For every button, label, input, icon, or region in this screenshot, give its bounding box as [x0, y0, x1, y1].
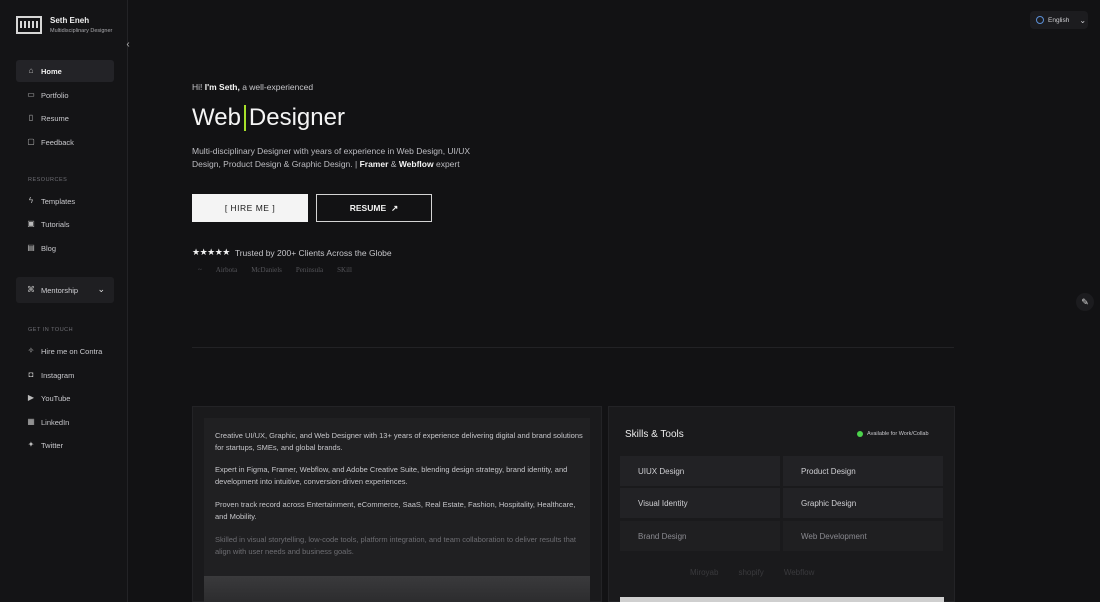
- skills-image: [620, 597, 944, 602]
- sidebar-item-label: Feedback: [41, 137, 74, 147]
- client-logos: ~ Airbota McDaniels Peninsula SKill: [198, 266, 352, 274]
- sidebar-item-linkedin[interactable]: ▦ LinkedIn: [16, 411, 114, 433]
- sidebar-item-feedback[interactable]: ▢ Feedback: [16, 131, 114, 153]
- language-label: English: [1048, 16, 1070, 24]
- hero-description: Multi-disciplinary Designer with years o…: [192, 146, 471, 169]
- availability-text: Available for Work/Collab: [867, 431, 929, 437]
- chevron-down-icon: ⌄: [1079, 15, 1087, 25]
- hero-title: Web Designer: [192, 104, 345, 132]
- sidebar-item-label: Instagram: [41, 370, 75, 380]
- skills-title: Skills & Tools: [625, 429, 684, 440]
- sidebar-item-label: Blog: [41, 243, 57, 253]
- about-card: Creative UI/UX, Graphic, and Web Designe…: [204, 418, 590, 578]
- trust-badge: ★★★★★ Trusted by 200+ Clients Across the…: [192, 247, 392, 258]
- client-logo: Airbota: [215, 266, 238, 274]
- brand-subtitle: Multidisciplinary Designer: [50, 28, 113, 34]
- tool-logos: Miroyab shopify Webflow: [690, 568, 814, 577]
- skill-item: Web Development: [783, 521, 943, 551]
- hero-greeting: Hi! I'm Seth, a well-experienced: [192, 82, 314, 92]
- tool-logo: shopify: [738, 568, 764, 577]
- instagram-icon: ◘: [28, 370, 34, 379]
- section-label-contact: GET IN TOUCH: [28, 327, 74, 333]
- collapse-sidebar-button[interactable]: ‹: [122, 39, 134, 51]
- contra-icon: ✧: [27, 346, 35, 355]
- laptop-icon: ▭: [27, 90, 35, 99]
- hire-me-button[interactable]: [ HIRE ME ]: [192, 194, 308, 222]
- mentorship-dropdown[interactable]: ⌘ Mentorship ⌄: [16, 277, 114, 303]
- home-icon: ⌂: [28, 66, 34, 75]
- sidebar-item-label: Templates: [41, 196, 76, 206]
- about-paragraph: Proven track record across Entertainment…: [215, 500, 576, 521]
- typing-cursor: [243, 105, 246, 131]
- linkedin-icon: ▦: [27, 417, 35, 426]
- sidebar-item-instagram[interactable]: ◘ Instagram: [16, 364, 114, 386]
- sidebar-item-label: Home: [41, 66, 62, 76]
- sidebar-item-label: YouTube: [41, 393, 71, 403]
- document-icon: ▯: [28, 113, 34, 122]
- brand-name: Seth Eneh: [50, 16, 90, 25]
- sidebar-item-label: Tutorials: [41, 219, 70, 229]
- command-icon: ⌘: [27, 285, 35, 294]
- bolt-icon: ϟ: [28, 196, 34, 205]
- trust-text: Trusted by 200+ Clients Across the Globe: [234, 247, 392, 258]
- client-logo: ~: [198, 266, 202, 274]
- sidebar-item-resume[interactable]: ▯ Resume: [16, 107, 114, 129]
- status-dot: [857, 431, 863, 437]
- skill-item: Product Design: [783, 456, 943, 486]
- twitter-icon: ✦: [27, 440, 35, 449]
- edit-icon[interactable]: ✎: [1076, 293, 1094, 311]
- language-selector[interactable]: English ⌄: [1030, 11, 1088, 29]
- about-paragraph: Creative UI/UX, Graphic, and Web Designe…: [215, 431, 583, 452]
- sidebar-item-label: Portfolio: [41, 90, 69, 100]
- section-label-resources: RESOURCES: [28, 177, 68, 183]
- about-paragraph: Expert in Figma, Framer, Webflow, and Ad…: [215, 465, 568, 486]
- about-image: [204, 576, 590, 602]
- hero-title-word: Web: [192, 104, 241, 131]
- video-icon: ▣: [27, 219, 35, 228]
- sidebar: Seth Eneh Multidisciplinary Designer ⌂ H…: [0, 0, 128, 602]
- about-paragraph: Skilled in visual storytelling, low-code…: [215, 535, 577, 556]
- client-logo: McDaniels: [251, 266, 282, 274]
- tool-logo: Webflow: [783, 568, 815, 577]
- sidebar-item-tutorials[interactable]: ▣ Tutorials: [16, 213, 114, 235]
- tool-logo: Miroyab: [690, 568, 719, 577]
- skill-item: Graphic Design: [783, 488, 943, 518]
- sidebar-item-label: Resume: [41, 113, 69, 123]
- sidebar-item-blog[interactable]: ▤ Blog: [16, 237, 114, 259]
- youtube-icon: ▶: [27, 393, 35, 402]
- resume-button[interactable]: RESUME ↗: [316, 194, 432, 222]
- sidebar-item-twitter[interactable]: ✦ Twitter: [16, 434, 114, 456]
- resume-label: RESUME: [349, 203, 387, 213]
- blog-icon: ▤: [27, 243, 35, 252]
- skill-item: Brand Design: [620, 521, 780, 551]
- skill-item: Visual Identity: [620, 488, 780, 518]
- arrow-up-right-icon: ↗: [391, 202, 399, 213]
- client-logo: Peninsula: [295, 266, 324, 274]
- client-logo: SKill: [337, 266, 352, 274]
- mentorship-label: Mentorship: [41, 285, 79, 295]
- sidebar-item-label: LinkedIn: [41, 417, 70, 427]
- sidebar-item-home[interactable]: ⌂ Home: [16, 60, 114, 82]
- sidebar-item-contra[interactable]: ✧ Hire me on Contra: [16, 340, 114, 362]
- logo-icon: [16, 16, 42, 34]
- brand[interactable]: Seth Eneh Multidisciplinary Designer: [16, 16, 112, 34]
- sidebar-item-portfolio[interactable]: ▭ Portfolio: [16, 84, 114, 106]
- sidebar-item-label: Hire me on Contra: [41, 346, 103, 356]
- skill-item: UIUX Design: [620, 456, 780, 486]
- sidebar-item-label: Twitter: [41, 440, 64, 450]
- globe-icon: [1036, 16, 1044, 24]
- availability-badge: Available for Work/Collab: [857, 431, 929, 437]
- divider: [192, 347, 954, 348]
- hero-title-word: Designer: [248, 104, 345, 131]
- sidebar-item-templates[interactable]: ϟ Templates: [16, 190, 114, 212]
- stars-icon: ★★★★★: [192, 247, 230, 257]
- chat-icon: ▢: [27, 137, 35, 146]
- sidebar-item-youtube[interactable]: ▶ YouTube: [16, 387, 114, 409]
- chevron-down-icon: ⌄: [97, 284, 105, 294]
